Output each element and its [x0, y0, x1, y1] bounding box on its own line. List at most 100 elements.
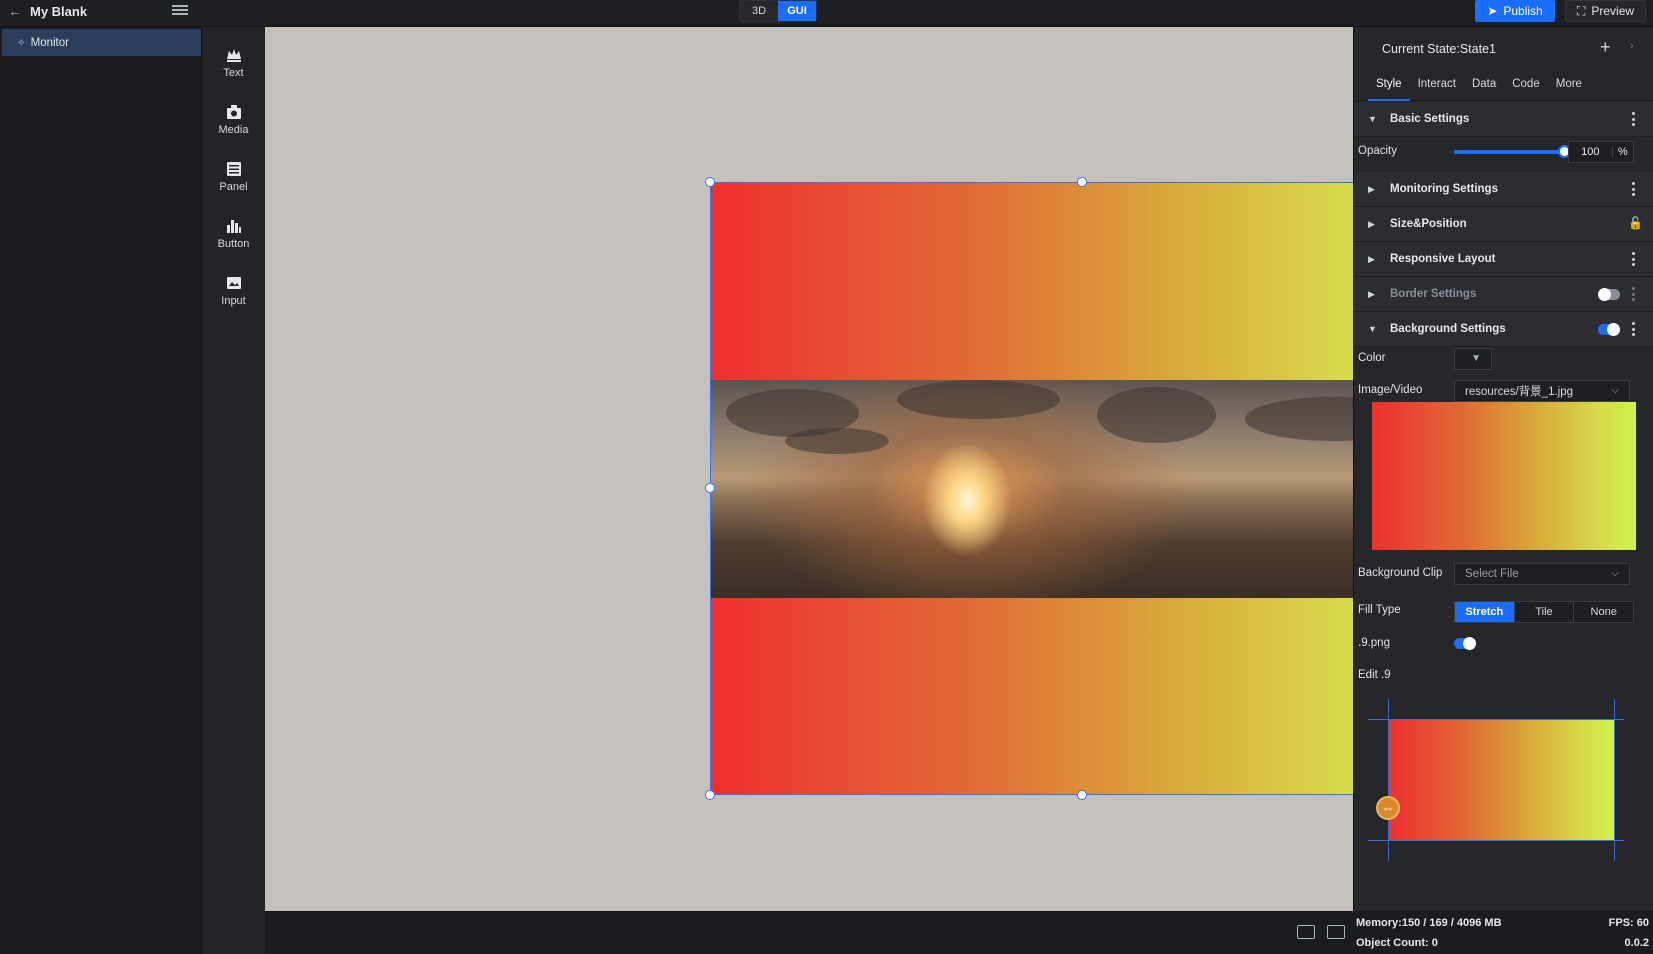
kebab-menu-icon[interactable] — [1632, 182, 1636, 196]
resize-handle-bottom[interactable] — [1077, 790, 1087, 800]
back-arrow-icon[interactable]: ← — [8, 4, 22, 18]
state-row: Current State:State1 + › — [1354, 27, 1653, 71]
image-video-label: Image/Video — [1358, 384, 1423, 396]
opacity-input[interactable]: 100 % — [1568, 141, 1634, 163]
component-toolbar: Text Media Panel Button Input — [202, 27, 265, 954]
border-toggle[interactable] — [1598, 288, 1620, 301]
background-toggle[interactable] — [1598, 323, 1620, 336]
terminal-icon[interactable] — [1327, 925, 1345, 939]
tab-style[interactable]: Style — [1368, 71, 1410, 101]
fill-type-none[interactable]: None — [1574, 602, 1634, 622]
component-input[interactable]: Input — [202, 265, 265, 315]
nine-patch-editor[interactable]: ⇔ — [1368, 699, 1640, 874]
section-title: Size&Position — [1390, 218, 1467, 230]
fill-type-tile[interactable]: Tile — [1514, 602, 1575, 622]
nine-guide-bottom[interactable] — [1368, 840, 1624, 841]
background-clip-select[interactable]: Select File ⌵ — [1454, 563, 1630, 585]
media-icon — [226, 104, 241, 119]
chevron-right-icon[interactable]: › — [1630, 40, 1634, 52]
tab-interact[interactable]: Interact — [1410, 71, 1464, 101]
kebab-menu-icon[interactable] — [1632, 322, 1636, 336]
mode-toggle: 3D GUI — [739, 0, 817, 22]
preview-button[interactable]: ⛶ Preview — [1565, 0, 1646, 22]
app-title-area: ← My Blank — [8, 0, 87, 22]
caret-right-icon: ▶ — [1368, 183, 1375, 194]
color-label: Color — [1358, 352, 1386, 364]
caret-right-icon: ▶ — [1368, 288, 1375, 299]
section-basic-settings[interactable]: ▼ Basic Settings — [1354, 102, 1653, 137]
component-media[interactable]: Media — [202, 94, 265, 144]
section-border-settings[interactable]: ▶ Border Settings — [1354, 277, 1653, 312]
add-state-icon[interactable]: + — [1600, 37, 1611, 58]
section-responsive-layout[interactable]: ▶ Responsive Layout — [1354, 242, 1653, 277]
resize-handle-top[interactable] — [1077, 177, 1087, 187]
section-title: Border Settings — [1390, 288, 1477, 300]
version-status: 0.0.2 — [1624, 937, 1649, 949]
wind-farm-sunset-image — [711, 380, 1453, 598]
opacity-label: Opacity — [1358, 145, 1397, 157]
tree-item-label: Monitor — [30, 36, 69, 49]
input-icon — [226, 276, 241, 289]
mode-gui-button[interactable]: GUI — [778, 1, 816, 21]
current-state-label: Current State:State1 — [1382, 42, 1496, 56]
kebab-menu-icon[interactable] — [1632, 252, 1636, 266]
panel-icon — [226, 161, 241, 176]
resize-handle-bottom-left[interactable] — [705, 790, 715, 800]
selected-widget[interactable] — [710, 182, 1454, 795]
layer-tree-panel: ⟡ Monitor — [0, 27, 202, 954]
object-count-status: Object Count: 0 — [1356, 937, 1438, 949]
opacity-value: 100 — [1581, 146, 1600, 158]
preview-label: Preview — [1591, 4, 1635, 18]
background-clip-label: Background Clip — [1358, 567, 1443, 579]
component-button-label: Button — [217, 237, 250, 250]
caret-down-icon: ▼ — [1368, 324, 1377, 334]
tab-data[interactable]: Data — [1464, 71, 1504, 101]
inspector-tabs: Style Interact Data Code More — [1354, 71, 1653, 101]
nine-png-toggle[interactable] — [1454, 637, 1476, 650]
section-background-settings[interactable]: ▼ Background Settings — [1354, 312, 1653, 347]
button-icon — [226, 219, 241, 233]
section-size-position[interactable]: ▶ Size&Position 🔓 — [1354, 207, 1653, 242]
caret-right-icon: ▶ — [1368, 253, 1375, 264]
top-bar: ← My Blank 3D GUI ➤ Publish ⛶ Preview — [0, 0, 1653, 27]
fill-type-segmented: Stretch Tile None — [1454, 601, 1634, 623]
section-title: Monitoring Settings — [1390, 183, 1498, 195]
chevron-down-icon: ⌵ — [1611, 568, 1619, 579]
resize-handle-top-left[interactable] — [705, 177, 715, 187]
send-icon: ➤ — [1487, 4, 1498, 18]
dropdown-arrow-icon: ▼ — [1471, 353, 1481, 364]
fill-type-stretch[interactable]: Stretch — [1455, 602, 1515, 622]
component-button[interactable]: Button — [202, 208, 265, 258]
kebab-menu-icon[interactable] — [1632, 112, 1636, 126]
project-title: My Blank — [30, 3, 88, 19]
resize-handle-left[interactable] — [705, 483, 715, 493]
component-panel[interactable]: Panel — [202, 151, 265, 201]
nine-guide-right[interactable] — [1614, 699, 1615, 861]
section-monitoring-settings[interactable]: ▶ Monitoring Settings — [1354, 172, 1653, 207]
lock-icon[interactable]: 🔓 — [1628, 216, 1643, 230]
caret-right-icon: ▶ — [1368, 218, 1375, 229]
keyboard-icon[interactable] — [1297, 925, 1315, 939]
image-video-select[interactable]: resources/背景_1.jpg ⌵ — [1454, 380, 1630, 402]
nine-guide-top[interactable] — [1368, 719, 1624, 720]
kebab-menu-icon[interactable] — [1632, 287, 1636, 301]
tab-more[interactable]: More — [1548, 71, 1590, 101]
hamburger-menu-icon[interactable] — [172, 3, 188, 17]
fill-type-label: Fill Type — [1358, 604, 1401, 616]
background-image-bottom — [711, 598, 1453, 794]
inspector-panel: Current State:State1 + › Style Interact … — [1353, 27, 1653, 911]
resize-horizontal-icon[interactable]: ⇔ — [1376, 796, 1400, 820]
tree-item-monitor[interactable]: ⟡ Monitor — [2, 29, 201, 56]
opacity-slider-track[interactable] — [1454, 150, 1564, 154]
canvas-bottom-bar — [265, 911, 1353, 954]
color-picker[interactable]: ▼ — [1454, 348, 1492, 370]
design-canvas[interactable] — [265, 27, 1459, 911]
tab-code[interactable]: Code — [1504, 71, 1548, 101]
mode-3d-button[interactable]: 3D — [740, 1, 778, 21]
publish-button[interactable]: ➤ Publish — [1475, 0, 1555, 22]
section-title: Background Settings — [1390, 323, 1506, 335]
component-text-label: Text — [223, 66, 244, 79]
nine-guide-left[interactable] — [1388, 699, 1389, 861]
background-clip-placeholder: Select File — [1465, 568, 1519, 580]
component-text[interactable]: Text — [202, 37, 265, 87]
